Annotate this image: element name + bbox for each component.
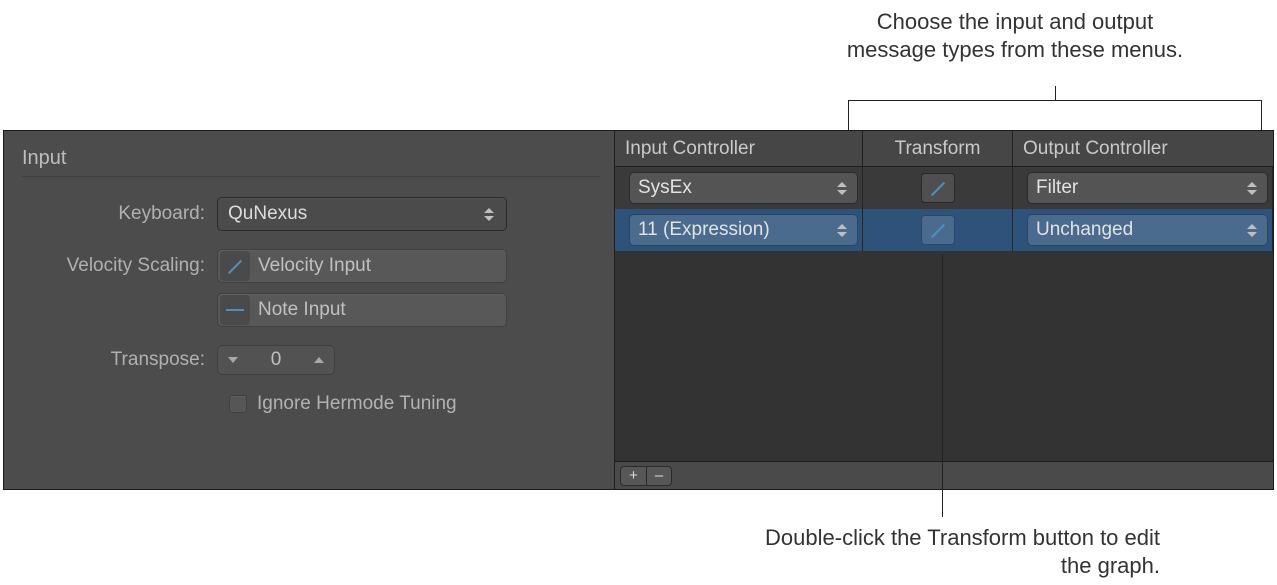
transpose-label: Transpose:: [22, 349, 217, 371]
transpose-decrement[interactable]: [218, 345, 248, 375]
velocity-input-value: Velocity Input: [258, 255, 506, 277]
table-row[interactable]: 11 (Expression) Unchanged: [615, 209, 1273, 251]
output-controller-value: Unchanged: [1036, 219, 1245, 241]
transpose-value[interactable]: 0: [248, 349, 304, 371]
callout-top-text: Choose the input and output message type…: [845, 8, 1185, 63]
output-controller-dropdown[interactable]: Filter: [1027, 172, 1268, 204]
input-controller-value: SysEx: [638, 177, 835, 199]
header-input-controller: Input Controller: [615, 131, 863, 166]
keyboard-label: Keyboard:: [22, 203, 217, 225]
input-controller-dropdown[interactable]: 11 (Expression): [629, 214, 858, 246]
note-input-value: Note Input: [258, 299, 506, 321]
input-controller-dropdown[interactable]: SysEx: [629, 172, 858, 204]
transpose-row: Transpose: 0: [22, 345, 600, 375]
transpose-increment[interactable]: [304, 345, 334, 375]
input-controller-value: 11 (Expression): [638, 219, 835, 241]
velocity-scaling-row: Velocity Scaling: Velocity Input: [22, 249, 600, 283]
updown-icon: [482, 204, 496, 224]
add-row-button[interactable]: +: [620, 466, 646, 486]
header-output-controller: Output Controller: [1013, 131, 1273, 166]
callout-bottom-connector: [942, 255, 943, 517]
output-controller-dropdown[interactable]: Unchanged: [1027, 214, 1268, 246]
note-input-row: Note Input: [22, 293, 600, 327]
velocity-scaling-label: Velocity Scaling:: [22, 255, 217, 277]
note-flat-icon: [220, 295, 250, 325]
controller-table-body: SysEx Filter: [615, 167, 1273, 461]
updown-icon: [835, 220, 849, 240]
callout-bottom-text: Double-click the Transform button to edi…: [740, 524, 1160, 579]
input-left-column: Input Keyboard: QuNexus Velocity Scaling…: [4, 131, 614, 489]
keyboard-value: QuNexus: [228, 203, 482, 225]
keyboard-dropdown[interactable]: QuNexus: [217, 197, 507, 231]
updown-icon: [835, 178, 849, 198]
controller-table-header: Input Controller Transform Output Contro…: [615, 131, 1273, 167]
velocity-input-field[interactable]: Velocity Input: [217, 249, 507, 283]
note-input-field[interactable]: Note Input: [217, 293, 507, 327]
table-row[interactable]: SysEx Filter: [615, 167, 1273, 209]
ignore-hermode-checkbox[interactable]: [229, 395, 247, 413]
divider: [22, 176, 600, 177]
remove-row-button[interactable]: –: [646, 466, 672, 486]
velocity-curve-icon: [220, 251, 250, 281]
output-controller-value: Filter: [1036, 177, 1245, 199]
header-transform: Transform: [863, 131, 1013, 166]
transform-curve-icon: [927, 177, 949, 199]
transform-curve-icon: [927, 219, 949, 241]
controller-table: Input Controller Transform Output Contro…: [614, 131, 1273, 489]
controller-table-footer: + –: [615, 461, 1273, 489]
ignore-hermode-row: Ignore Hermode Tuning: [229, 393, 600, 415]
updown-icon: [1245, 220, 1259, 240]
keyboard-row: Keyboard: QuNexus: [22, 197, 600, 231]
ignore-hermode-label: Ignore Hermode Tuning: [257, 393, 457, 415]
input-section-title: Input: [22, 147, 600, 170]
transform-button[interactable]: [921, 215, 955, 245]
updown-icon: [1245, 178, 1259, 198]
input-settings-panel: Input Keyboard: QuNexus Velocity Scaling…: [3, 130, 1274, 490]
transform-button[interactable]: [921, 173, 955, 203]
transpose-stepper[interactable]: 0: [217, 345, 335, 375]
